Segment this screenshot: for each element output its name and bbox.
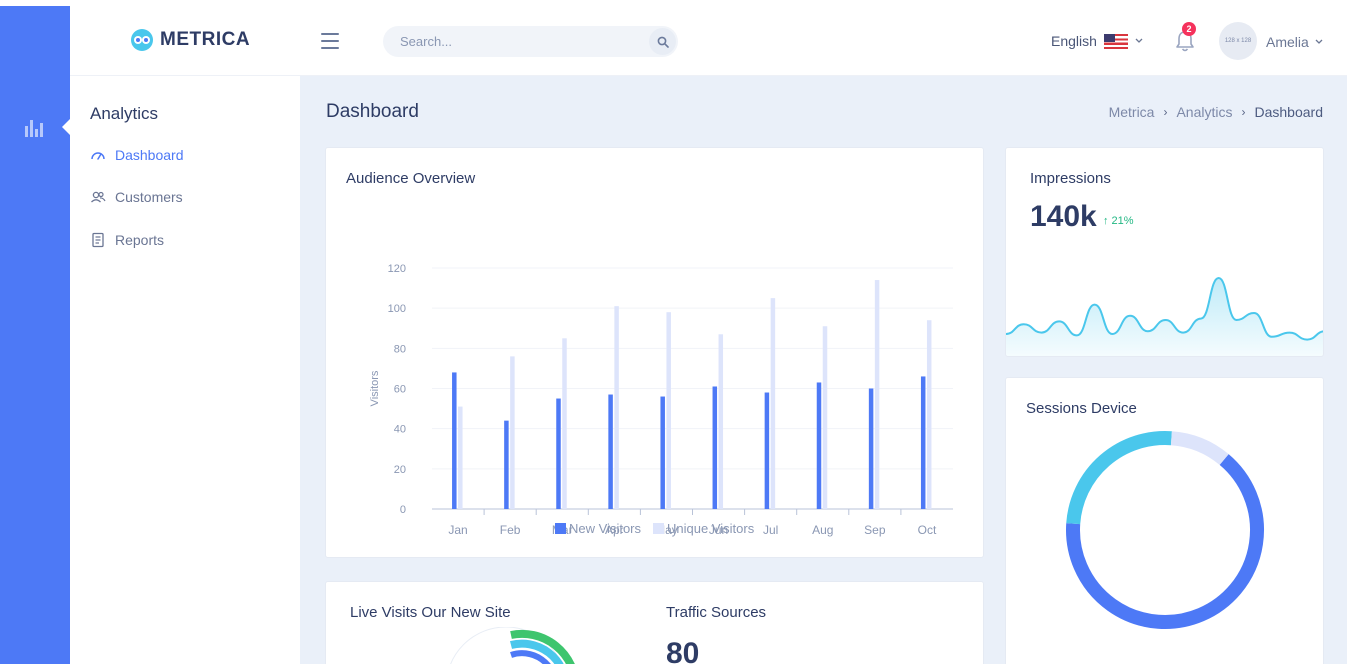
sessions-device-card: Sessions Device [1005, 377, 1324, 664]
logo[interactable]: METRICA [130, 28, 250, 52]
x-tick-label: Oct [918, 523, 937, 537]
impressions-sparkline [1006, 276, 1323, 356]
legend-item-unique-visitors[interactable]: Unique Visitors [653, 521, 754, 536]
sidebar: Analytics Dashboard Customers Reports [70, 76, 300, 664]
y-axis-label: Visitors [369, 370, 381, 406]
audience-overview-card: Audience Overview 0 20 40 60 80 100 120 Visitor… [325, 147, 984, 558]
sidebar-item-customers[interactable]: Customers [90, 189, 183, 205]
users-icon [91, 191, 106, 203]
y-tick-label: 20 [394, 464, 406, 476]
notification-badge: 2 [1182, 22, 1196, 36]
search-bar [383, 26, 678, 57]
analytics-icon[interactable] [24, 116, 46, 138]
sidebar-section-title: Analytics [90, 104, 159, 123]
bar-unique-visitors [562, 338, 567, 509]
icon-rail [0, 6, 70, 664]
card-title: Impressions [1030, 170, 1111, 187]
breadcrumb-item-metrica[interactable]: Metrica [1109, 104, 1155, 120]
bar-new-visitors [764, 392, 770, 509]
live-visits-gauge [450, 627, 575, 664]
x-tick-label: Sep [864, 523, 886, 537]
menu-toggle-icon[interactable] [321, 33, 339, 49]
traffic-value: 80 [666, 637, 700, 664]
chevron-right-icon: › [1163, 105, 1168, 119]
bar-unique-visitors [458, 406, 463, 509]
sparkline-area [1006, 278, 1323, 356]
x-tick-label: Aug [812, 523, 833, 537]
y-tick-label: 80 [394, 343, 406, 355]
sidebar-item-label: Customers [115, 189, 183, 205]
audience-bar-chart: 020406080100120VisitorsJanFebMarAprMayJu… [369, 263, 953, 537]
x-tick-label: Feb [500, 523, 521, 537]
card-title: Live Visits Our New Site [350, 604, 511, 621]
sidebar-item-dashboard[interactable]: Dashboard [90, 147, 184, 163]
bar-new-visitors [504, 420, 509, 509]
card-title: Audience Overview [346, 170, 476, 187]
breadcrumb-item-analytics[interactable]: Analytics [1176, 104, 1232, 120]
search-button[interactable] [649, 28, 676, 55]
bar-new-visitors [452, 372, 457, 509]
breadcrumb: Metrica › Analytics › Dashboard [1109, 104, 1323, 120]
bar-unique-visitors [666, 312, 671, 509]
search-input[interactable] [383, 34, 633, 49]
bar-new-visitors [712, 386, 718, 509]
bar-unique-visitors [510, 356, 515, 509]
y-tick-label: 40 [394, 424, 406, 436]
bar-unique-visitors [770, 298, 776, 509]
bar-unique-visitors [874, 280, 880, 509]
chart-legend: New Visitors Unique Visitors [555, 521, 754, 536]
donut-slice [1066, 454, 1264, 629]
bar-unique-visitors [926, 320, 932, 509]
chevron-right-icon: › [1241, 105, 1246, 119]
breadcrumb-item-current: Dashboard [1254, 104, 1324, 120]
bar-new-visitors [660, 396, 665, 509]
speedometer-icon [91, 152, 105, 160]
topbar: METRICA English 2 128 x 128 Amelia [70, 0, 1347, 76]
active-indicator [62, 119, 70, 135]
donut-slice [1066, 431, 1172, 525]
bar-new-visitors [556, 398, 561, 509]
chevron-down-icon [1315, 39, 1323, 44]
x-tick-label: Jan [448, 523, 467, 537]
language-label: English [1051, 33, 1097, 49]
logo-text: METRICA [160, 29, 251, 50]
us-flag-icon [1103, 33, 1128, 49]
sidebar-item-reports[interactable]: Reports [90, 232, 164, 248]
search-icon [657, 36, 669, 48]
chevron-down-icon [1135, 38, 1143, 43]
sidebar-item-label: Reports [115, 232, 165, 248]
sessions-donut-chart [1066, 431, 1264, 629]
bar-new-visitors [868, 388, 874, 509]
user-name: Amelia [1266, 34, 1309, 50]
bar-new-visitors [608, 394, 613, 509]
bar-unique-visitors [718, 334, 724, 509]
page-title: Dashboard [326, 101, 419, 122]
sidebar-item-label: Dashboard [115, 147, 184, 163]
bar-new-visitors [920, 376, 926, 509]
legend-item-new-visitors[interactable]: New Visitors [555, 521, 641, 536]
language-selector[interactable]: English [1051, 33, 1143, 49]
live-visits-card: Live Visits Our New Site Traffic Sources… [325, 581, 984, 664]
avatar[interactable]: 128 x 128 [1219, 22, 1257, 60]
bar-new-visitors [816, 382, 822, 509]
user-menu[interactable]: Amelia [1266, 34, 1323, 50]
x-tick-label: Jul [763, 523, 778, 537]
document-icon [92, 232, 104, 248]
y-tick-label: 60 [394, 384, 406, 396]
impressions-card: Impressions 140k ↑ 21% [1005, 147, 1324, 357]
impressions-change: ↑ 21% [1103, 215, 1134, 227]
impressions-value: 140k [1030, 200, 1097, 233]
donut-slice [1170, 431, 1229, 466]
logo-mark-icon [131, 29, 153, 51]
y-tick-label: 0 [400, 504, 406, 516]
bar-unique-visitors [614, 306, 619, 509]
traffic-sources-title: Traffic Sources [666, 604, 767, 621]
bar-unique-visitors [822, 326, 828, 509]
y-tick-label: 100 [388, 303, 406, 315]
y-tick-label: 120 [388, 263, 406, 275]
card-title: Sessions Device [1026, 400, 1137, 417]
main-content: Dashboard Metrica › Analytics › Dashboar… [300, 76, 1347, 664]
